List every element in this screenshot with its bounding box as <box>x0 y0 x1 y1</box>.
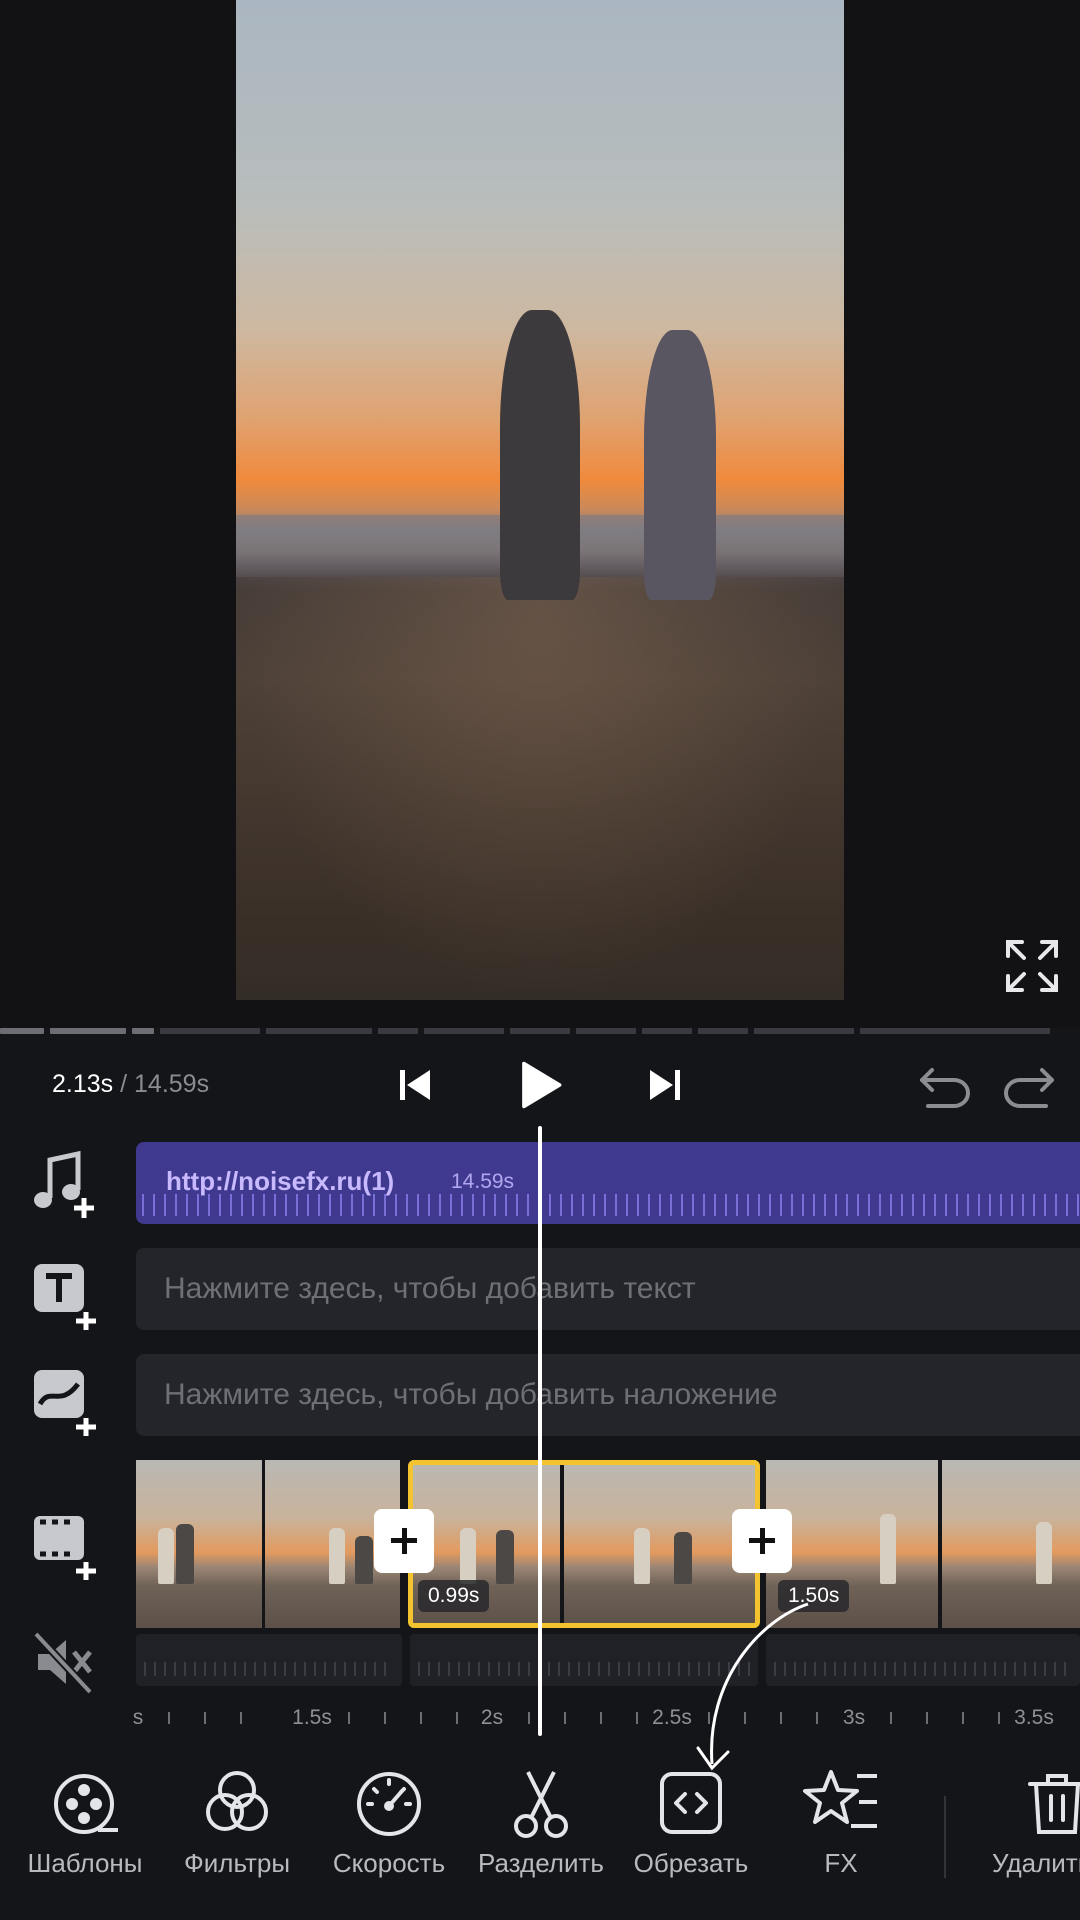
templates-label: Шаблоны <box>27 1848 143 1878</box>
undo-icon[interactable] <box>916 1060 974 1110</box>
clip-progress-strip[interactable] <box>0 1028 1080 1034</box>
trash-icon <box>1028 1774 1080 1834</box>
preview-person-left <box>500 310 580 600</box>
filters-icon <box>206 1771 268 1831</box>
audio-track-label: http://noisefx.ru(1) <box>166 1166 395 1196</box>
trim-icon <box>660 1772 722 1834</box>
audio-track[interactable]: http://noisefx.ru(1) 14.59s <box>136 1142 1080 1224</box>
current-time: 2.13s <box>52 1070 114 1098</box>
segment <box>754 1028 854 1034</box>
next-clip-duration: 1.50s <box>778 1580 850 1612</box>
segment <box>424 1028 504 1034</box>
time-readout: 2.13s / 14.59s <box>52 1070 209 1099</box>
skip-forward-icon[interactable] <box>644 1060 688 1110</box>
templates-button[interactable]: Шаблоны <box>10 1766 160 1896</box>
preview-area <box>0 0 1080 1028</box>
templates-icon <box>54 1774 118 1834</box>
segment <box>378 1028 418 1034</box>
speed-button[interactable]: Скорость <box>314 1766 464 1896</box>
overlay-track-placeholder: Нажмите здесь, чтобы добавить наложение <box>164 1378 778 1411</box>
preview-person-right <box>644 330 716 600</box>
add-overlay-icon[interactable] <box>28 1360 104 1436</box>
video-preview[interactable] <box>236 0 844 1000</box>
add-video-icon[interactable] <box>28 1504 104 1580</box>
audio-waveform <box>142 1194 1080 1216</box>
text-track-placeholder: Нажмите здесь, чтобы добавить текст <box>164 1272 696 1305</box>
audio-track-duration: 14.59s <box>451 1170 515 1193</box>
trim-button[interactable]: Обрезать <box>616 1766 766 1896</box>
segment <box>160 1028 260 1034</box>
video-clip-thumbnail[interactable] <box>942 1460 1080 1628</box>
text-track[interactable]: Нажмите здесь, чтобы добавить текст <box>136 1248 1080 1330</box>
segment <box>0 1028 44 1034</box>
time-separator: / <box>113 1070 135 1098</box>
clip-audio-segment[interactable] <box>136 1634 402 1686</box>
delete-label: Удалить <box>992 1848 1080 1878</box>
segment <box>266 1028 372 1034</box>
ruler-label: 3.5s <box>1014 1706 1054 1729</box>
segment <box>510 1028 570 1034</box>
clip-audio-segment[interactable] <box>410 1634 758 1686</box>
ruler-label: 2s <box>480 1706 504 1729</box>
fx-button[interactable]: FX <box>766 1766 916 1896</box>
add-transition-button[interactable] <box>732 1509 792 1573</box>
speed-label: Скорость <box>332 1848 446 1878</box>
video-track: 0.99s 1.50s <box>136 1460 1080 1630</box>
add-text-icon[interactable] <box>28 1254 104 1330</box>
video-clip-thumbnail[interactable] <box>136 1460 262 1628</box>
fullscreen-icon[interactable] <box>1002 936 1062 996</box>
overlay-track[interactable]: Нажмите здесь, чтобы добавить наложение <box>136 1354 1080 1436</box>
trim-label: Обрезать <box>633 1848 749 1878</box>
filters-button[interactable]: Фильтры <box>162 1766 312 1896</box>
segment <box>50 1028 126 1034</box>
scissors-icon <box>514 1771 568 1838</box>
play-icon[interactable] <box>512 1060 568 1110</box>
preview-sand <box>236 577 844 1000</box>
segment <box>576 1028 636 1034</box>
clip-audio-track <box>136 1634 1080 1686</box>
ruler-label: s <box>132 1706 144 1729</box>
ruler-label: 1.5s <box>292 1706 332 1729</box>
segment <box>132 1028 154 1034</box>
selected-clip-duration: 0.99s <box>418 1580 490 1612</box>
skip-back-icon[interactable] <box>392 1060 436 1110</box>
playhead[interactable] <box>538 1126 542 1736</box>
video-editor-screen: 2.13s / 14.59s http://noisefx.ru(1) 14.5… <box>0 0 1080 1920</box>
add-transition-button[interactable] <box>374 1509 434 1573</box>
toolbar-divider <box>944 1796 946 1878</box>
speed-icon <box>357 1772 421 1836</box>
mute-icon[interactable] <box>28 1624 104 1700</box>
delete-button[interactable]: Удалить <box>974 1766 1080 1896</box>
total-time: 14.59s <box>134 1070 210 1098</box>
fx-label: FX <box>824 1848 858 1878</box>
add-music-icon[interactable] <box>28 1146 104 1222</box>
redo-icon[interactable] <box>1000 1060 1058 1110</box>
ruler-label: 2.5s <box>652 1706 692 1729</box>
ruler-label: 3s <box>842 1706 866 1729</box>
segment <box>698 1028 748 1034</box>
clip-audio-segment[interactable] <box>766 1634 1080 1686</box>
fx-star-icon <box>803 1770 877 1828</box>
filters-label: Фильтры <box>183 1848 291 1878</box>
segment <box>860 1028 1050 1034</box>
segment <box>642 1028 692 1034</box>
split-button[interactable]: Разделить <box>466 1766 616 1896</box>
split-label: Разделить <box>478 1848 604 1878</box>
bottom-toolbar: Шаблоны Фильтры Скорость Разделить Обрез… <box>0 1766 1080 1920</box>
